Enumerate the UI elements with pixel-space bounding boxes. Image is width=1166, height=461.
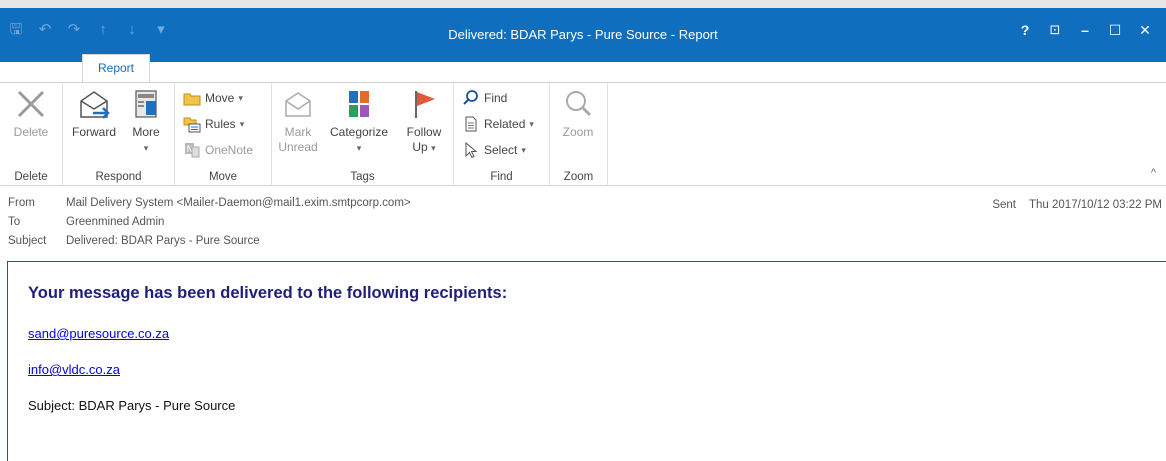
follow-up-label-1: Follow — [406, 125, 442, 139]
find-button[interactable]: Find — [462, 88, 507, 108]
related-label: Related — [484, 117, 526, 131]
find-magnifier-icon — [463, 90, 478, 105]
group-label-tags: Tags — [350, 171, 375, 183]
select-label: Select — [484, 143, 518, 157]
delete-x-icon — [17, 90, 45, 118]
categorize-dropdown-caret: ▾ — [356, 143, 362, 153]
onenote-button[interactable]: N OneNote — [183, 140, 253, 160]
move-dropdown-caret: ▾ — [238, 92, 243, 103]
categorize-icon — [349, 91, 369, 117]
from-label: From — [8, 197, 35, 209]
group-find: Find Related ▾ Select ▾ Find — [454, 83, 550, 186]
mark-unread-label-2: Unread — [278, 140, 318, 154]
select-dropdown-caret: ▾ — [521, 144, 526, 155]
to-row: To Greenmined Admin — [8, 216, 164, 234]
move-folder-icon — [183, 93, 201, 106]
onenote-icon: N — [185, 143, 200, 158]
group-move: Move ▾ Rules ▾ N OneNote Move — [175, 83, 272, 186]
close-button[interactable]: ✕ — [1130, 20, 1160, 40]
zoom-magnifier-icon — [566, 91, 592, 117]
group-label-move: Move — [208, 171, 238, 183]
sent-value: Thu 2017/10/12 03:22 PM — [1029, 199, 1162, 211]
rules-button[interactable]: Rules ▾ — [183, 114, 244, 134]
forward-button[interactable]: Forward — [67, 87, 121, 140]
select-button[interactable]: Select ▾ — [462, 140, 526, 160]
rules-label: Rules — [205, 117, 236, 131]
follow-up-button[interactable]: Follow Up ▾ — [400, 87, 448, 156]
subject-value: Delivered: BDAR Parys - Pure Source — [66, 235, 260, 247]
delete-button[interactable]: Delete — [6, 87, 56, 140]
tab-file[interactable]: File — [10, 54, 49, 82]
window-top-edge — [0, 0, 1166, 8]
subject-row: Subject Delivered: BDAR Parys - Pure Sou… — [8, 235, 260, 253]
group-label-zoom: Zoom — [563, 171, 594, 183]
related-document-icon — [465, 116, 477, 132]
forward-envelope-icon — [80, 91, 110, 119]
group-tags: Mark Unread Categorize ▾ Follow Up ▾ Tag… — [272, 83, 454, 186]
rules-icon — [183, 117, 201, 133]
group-zoom: Zoom Zoom — [550, 83, 608, 186]
recipient-link[interactable]: info@vldc.co.za — [28, 362, 120, 377]
select-cursor-icon — [465, 141, 478, 159]
group-label-delete: Delete — [14, 171, 48, 183]
to-label: To — [8, 216, 21, 228]
related-button[interactable]: Related ▾ — [462, 114, 534, 134]
find-label: Find — [484, 91, 508, 105]
group-delete: Delete Delete — [0, 83, 63, 186]
group-label-find: Find — [490, 171, 513, 183]
group-respond: Forward More ▾ Respond — [63, 83, 175, 186]
sent-label: Sent — [992, 199, 1016, 211]
window-title: Delivered: BDAR Parys - Pure Source - Re… — [448, 27, 718, 42]
mark-unread-envelope-icon — [285, 92, 311, 117]
flag-icon — [415, 91, 435, 118]
message-header: From Mail Delivery System <Mailer-Daemon… — [0, 187, 1166, 255]
follow-up-label-2: Up — [412, 140, 428, 154]
tab-report[interactable]: Report — [82, 54, 150, 82]
categorize-label: Categorize — [329, 125, 389, 139]
ribbon-display-options-button[interactable]: ⊡ — [1040, 20, 1070, 40]
minimize-button[interactable]: – — [1070, 20, 1100, 40]
forward-label: Forward — [71, 125, 116, 139]
more-respond-button[interactable]: More ▾ — [125, 87, 167, 156]
follow-up-dropdown-caret: ▾ — [431, 143, 436, 153]
more-dropdown-caret: ▾ — [143, 143, 149, 153]
move-label: Move — [205, 91, 235, 105]
subject-label: Subject — [8, 235, 47, 247]
maximize-button[interactable]: ☐ — [1100, 20, 1130, 40]
delete-label: Delete — [13, 125, 49, 139]
move-button[interactable]: Move ▾ — [183, 88, 243, 108]
body-subject-line: Subject: BDAR Parys - Pure Source — [28, 398, 236, 413]
recipient-link[interactable]: sand@puresource.co.za — [28, 326, 169, 341]
mark-unread-label-1: Mark — [284, 125, 312, 139]
group-label-respond: Respond — [95, 171, 142, 183]
related-dropdown-caret: ▾ — [529, 118, 534, 129]
to-value[interactable]: Greenmined Admin — [66, 216, 164, 234]
message-body: Your message has been delivered to the f… — [7, 261, 1166, 461]
zoom-button[interactable]: Zoom — [556, 87, 600, 140]
zoom-label: Zoom — [562, 125, 594, 139]
sent-info: Sent Thu 2017/10/12 03:22 PM — [992, 199, 1162, 211]
more-label: More — [132, 125, 160, 139]
collapse-ribbon-button[interactable]: ^ — [1151, 167, 1156, 179]
ribbon-tabs: File Report — [0, 50, 1166, 82]
window-controls: ? ⊡ – ☐ ✕ — [1010, 20, 1160, 40]
from-row: From Mail Delivery System <Mailer-Daemon… — [8, 197, 411, 215]
rules-dropdown-caret: ▾ — [239, 118, 245, 129]
onenote-label: OneNote — [205, 143, 254, 157]
mark-unread-button[interactable]: Mark Unread — [276, 87, 320, 155]
ribbon: Delete Delete Forward More ▾ Respond Mov… — [0, 82, 1166, 186]
more-respond-icon — [135, 90, 157, 118]
delivery-heading: Your message has been delivered to the f… — [28, 284, 508, 302]
help-button[interactable]: ? — [1010, 20, 1040, 40]
categorize-button[interactable]: Categorize ▾ — [324, 87, 394, 156]
from-value[interactable]: Mail Delivery System <Mailer-Daemon@mail… — [66, 197, 411, 215]
